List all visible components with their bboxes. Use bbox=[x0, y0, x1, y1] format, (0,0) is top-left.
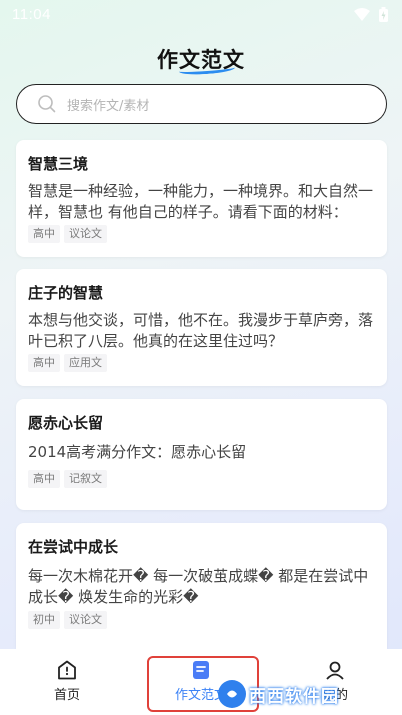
genre-tag: 议论文 bbox=[64, 611, 107, 629]
status-time: 11:04 bbox=[12, 5, 51, 23]
essay-card[interactable]: 智慧三境 智慧是一种经验，一种能力，一种境界。和大自然一样，智慧也 有他自己的样… bbox=[16, 140, 387, 257]
search-bar[interactable]: 搜索作文/素材 bbox=[16, 84, 387, 124]
home-icon bbox=[58, 660, 76, 680]
essay-tags: 初中 议论文 bbox=[28, 611, 373, 629]
essay-tags: 高中 议论文 bbox=[28, 225, 373, 243]
battery-icon bbox=[379, 6, 388, 22]
header: 作文范文 bbox=[0, 42, 402, 76]
essay-tags: 高中 应用文 bbox=[28, 354, 373, 372]
essay-card[interactable]: 愿赤心长留 2014高考满分作文：愿赤心长留 高中 记叙文 bbox=[16, 399, 387, 510]
watermark-text: 西西软件园 bbox=[249, 686, 339, 707]
status-bar: 11:04 bbox=[0, 0, 402, 28]
essay-excerpt: 本想与他交谈，可惜，他不在。我漫步于草庐旁，落叶已积了八层。他真的在这里住过吗？ bbox=[28, 311, 373, 350]
essay-title: 愿赤心长留 bbox=[28, 414, 104, 432]
page-title: 作文范文 bbox=[157, 48, 245, 72]
essay-card[interactable]: 在尝试中成长 每一次木棉花开� 每一次破茧成蝶� 都是在尝试中成长� 焕发生命的… bbox=[16, 523, 387, 649]
grade-tag: 初中 bbox=[28, 611, 60, 629]
genre-tag: 议论文 bbox=[64, 225, 107, 243]
essay-title: 在尝试中成长 bbox=[28, 538, 119, 556]
search-input[interactable]: 搜索作文/素材 bbox=[67, 95, 149, 114]
watermark: 西西软件园 bbox=[218, 676, 339, 712]
essay-tags: 高中 记叙文 bbox=[28, 470, 373, 488]
essay-title: 智慧三境 bbox=[28, 155, 89, 173]
page-title-wrap: 作文范文 bbox=[157, 44, 245, 76]
essay-excerpt: 每一次木棉花开� 每一次破茧成蝶� 都是在尝试中成长� 焕发生命的光彩� bbox=[28, 567, 369, 606]
search-icon bbox=[38, 95, 56, 113]
status-icons bbox=[354, 6, 388, 22]
genre-tag: 记叙文 bbox=[64, 470, 107, 488]
nav-item-home[interactable]: 首页 bbox=[0, 649, 134, 715]
grade-tag: 高中 bbox=[28, 470, 60, 488]
essay-title: 庄子的智慧 bbox=[28, 284, 104, 302]
grade-tag: 高中 bbox=[28, 225, 60, 243]
grade-tag: 高中 bbox=[28, 354, 60, 372]
wifi-icon bbox=[354, 7, 370, 21]
watermark-logo-icon bbox=[218, 680, 246, 708]
essay-excerpt: 2014高考满分作文：愿赤心长留 bbox=[28, 443, 247, 461]
genre-tag: 应用文 bbox=[64, 354, 107, 372]
nav-label-home: 首页 bbox=[53, 688, 80, 703]
essay-card[interactable]: 庄子的智慧 本想与他交谈，可惜，他不在。我漫步于草庐旁，落叶已积了八层。他真的在… bbox=[16, 269, 387, 386]
essay-excerpt: 智慧是一种经验，一种能力，一种境界。和大自然一样，智慧也 有他自己的样子。请看下… bbox=[28, 182, 373, 221]
